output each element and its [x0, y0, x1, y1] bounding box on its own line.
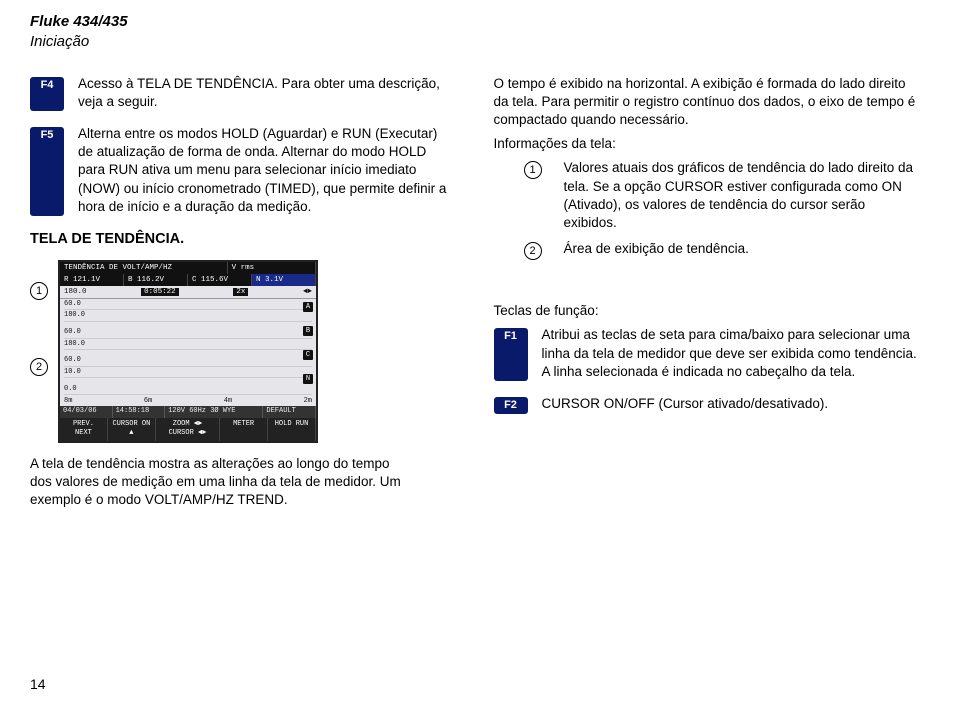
- page-number: 14: [30, 675, 46, 694]
- callout-1: 1: [30, 282, 48, 300]
- callout-2: 2: [30, 358, 48, 376]
- y3b: 10.0: [64, 369, 312, 378]
- section-header: Iniciação: [30, 32, 919, 52]
- f1-key-badge: F1: [494, 328, 528, 381]
- f4-desc: Acesso à TELA DE TENDÊNCIA. Para obter u…: [78, 75, 456, 111]
- soft-hold: HOLD RUN: [268, 418, 316, 441]
- f4-key-badge: F4: [30, 77, 64, 111]
- x-6m: 6m: [144, 397, 152, 406]
- info-heading: Informações da tela:: [494, 135, 920, 153]
- instr-c: C 115.6V: [188, 274, 252, 286]
- y1b: 180.0: [64, 312, 312, 321]
- instr-mode: V rms: [228, 262, 316, 274]
- soft-zoom: ZOOM ◄► CURSOR ◄►: [156, 418, 220, 441]
- instrument-screenshot: TENDÊNCIA DE VOLT/AMP/HZ V rms R 121.1V …: [58, 260, 318, 443]
- figure-trend-screen: 1 2 TENDÊNCIA DE VOLT/AMP/HZ V rms R 121…: [30, 260, 456, 443]
- y1a: 60.0: [64, 301, 312, 310]
- soft-cursor: CURSOR ON ▲: [108, 418, 156, 441]
- info-text-2: Área de exibição de tendência.: [564, 240, 920, 260]
- instr-date: 04/03/06: [60, 406, 113, 417]
- instr-n: N 3.1V: [252, 274, 316, 286]
- y4a: 0.0: [64, 386, 312, 395]
- phase-a-icon: A: [303, 302, 313, 312]
- soft-meter: METER: [220, 418, 268, 441]
- f2-key-badge: F2: [494, 397, 528, 414]
- x-2m: 2m: [304, 397, 312, 406]
- model-header: Fluke 434/435: [30, 12, 919, 32]
- left-column: F4 Acesso à TELA DE TENDÊNCIA. Para obte…: [30, 75, 456, 510]
- time-axis-paragraph: O tempo é exibido na horizontal. A exibi…: [494, 75, 920, 130]
- instr-elapsed: 0:05:22: [141, 288, 179, 296]
- right-column: O tempo é exibido na horizontal. A exibi…: [494, 75, 920, 510]
- f2-desc: CURSOR ON/OFF (Cursor ativado/desativado…: [542, 395, 920, 414]
- instr-yscale: 180.0: [64, 287, 87, 297]
- figure-caption: A tela de tendência mostra as alterações…: [30, 455, 410, 510]
- y3a: 60.0: [64, 357, 312, 366]
- phase-b-icon: B: [303, 326, 313, 336]
- x-8m: 8m: [64, 397, 72, 406]
- y2b: 180.0: [64, 341, 312, 350]
- phase-n-icon: N: [303, 374, 313, 384]
- y2a: 60.0: [64, 329, 312, 338]
- info-num-1: 1: [524, 161, 542, 179]
- info-text-1: Valores atuais dos gráficos de tendência…: [564, 159, 920, 232]
- trend-screen-heading: TELA DE TENDÊNCIA.: [30, 230, 456, 250]
- x-4m: 4m: [224, 397, 232, 406]
- instr-zoom: 2x: [233, 288, 248, 296]
- f5-desc: Alterna entre os modos HOLD (Aguardar) e…: [78, 125, 456, 216]
- info-num-2: 2: [524, 242, 542, 260]
- instr-default: DEFAULT: [263, 406, 316, 417]
- instr-sys: 120V 60Hz 3Ø WYE: [165, 406, 263, 417]
- instr-time: 14:58:18: [113, 406, 166, 417]
- fkeys-heading: Teclas de função:: [494, 302, 920, 320]
- soft-prev-next: PREV. NEXT: [60, 418, 108, 441]
- instr-b: B 116.2V: [124, 274, 188, 286]
- phase-c-icon: C: [303, 350, 313, 360]
- instr-arrows: ◄►: [303, 287, 312, 297]
- doc-header: Fluke 434/435 Iniciação: [30, 12, 919, 53]
- f5-key-badge: F5: [30, 127, 64, 216]
- instr-r: R 121.1V: [60, 274, 124, 286]
- instr-title: TENDÊNCIA DE VOLT/AMP/HZ: [60, 262, 228, 274]
- f1-desc: Atribui as teclas de seta para cima/baix…: [542, 326, 920, 381]
